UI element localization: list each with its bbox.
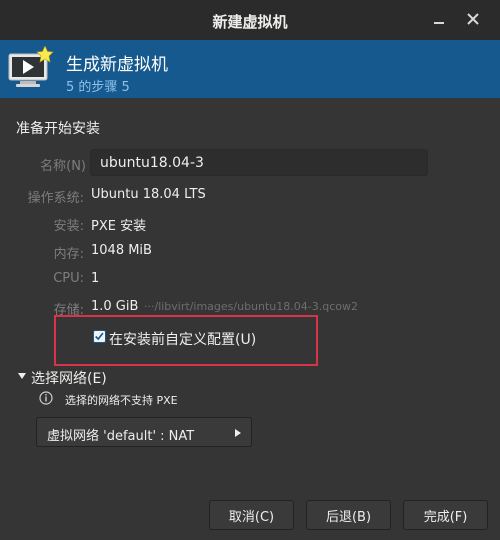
network-info-text: 选择的网络不支持 PXE xyxy=(65,394,178,407)
wizard-title: 生成新虚拟机 xyxy=(66,55,168,75)
wizard-step: 5 的步骤 5 xyxy=(66,80,130,95)
checkmark-icon xyxy=(95,332,104,341)
network-expander[interactable]: 选择网络(E) xyxy=(31,368,107,388)
memory-value: 1048 MiB xyxy=(91,243,152,258)
info-icon xyxy=(39,391,53,405)
customize-label[interactable]: 在安装前自定义配置(U) xyxy=(109,329,256,349)
cancel-button[interactable]: 取消(C) xyxy=(209,500,294,530)
section-title: 准备开始安装 xyxy=(16,121,100,137)
network-select[interactable]: 虚拟网络 'default' : NAT xyxy=(36,417,252,447)
name-label: 名称(N) xyxy=(40,159,86,174)
os-label: 操作系统: xyxy=(27,191,84,206)
customize-checkbox[interactable] xyxy=(93,330,106,343)
storage-path: ···/libvirt/images/ubuntu18.04-3.qcow2 xyxy=(144,300,358,313)
cpu-label: CPU: xyxy=(53,271,84,286)
cpu-value: 1 xyxy=(91,271,100,286)
install-value: PXE 安装 xyxy=(91,219,147,234)
chevron-right-icon xyxy=(235,429,241,437)
network-select-value: 虚拟网络 'default' : NAT xyxy=(47,429,195,444)
wizard-header: 生成新虚拟机 5 的步骤 5 xyxy=(0,40,500,98)
memory-label: 内存: xyxy=(53,247,84,262)
close-icon[interactable] xyxy=(462,8,484,30)
vm-monitor-icon xyxy=(8,46,54,87)
window-title: 新建虚拟机 xyxy=(212,13,288,31)
name-input[interactable] xyxy=(90,149,428,176)
install-label: 安装: xyxy=(53,219,84,234)
finish-button[interactable]: 完成(F) xyxy=(403,500,488,530)
title-bar: 新建虚拟机 xyxy=(0,0,500,41)
os-value: Ubuntu 18.04 LTS xyxy=(91,187,206,202)
minimize-icon[interactable] xyxy=(428,8,450,30)
storage-value: 1.0 GiB xyxy=(91,299,139,314)
back-button[interactable]: 后退(B) xyxy=(306,500,391,530)
expander-arrow-icon[interactable] xyxy=(17,371,27,381)
